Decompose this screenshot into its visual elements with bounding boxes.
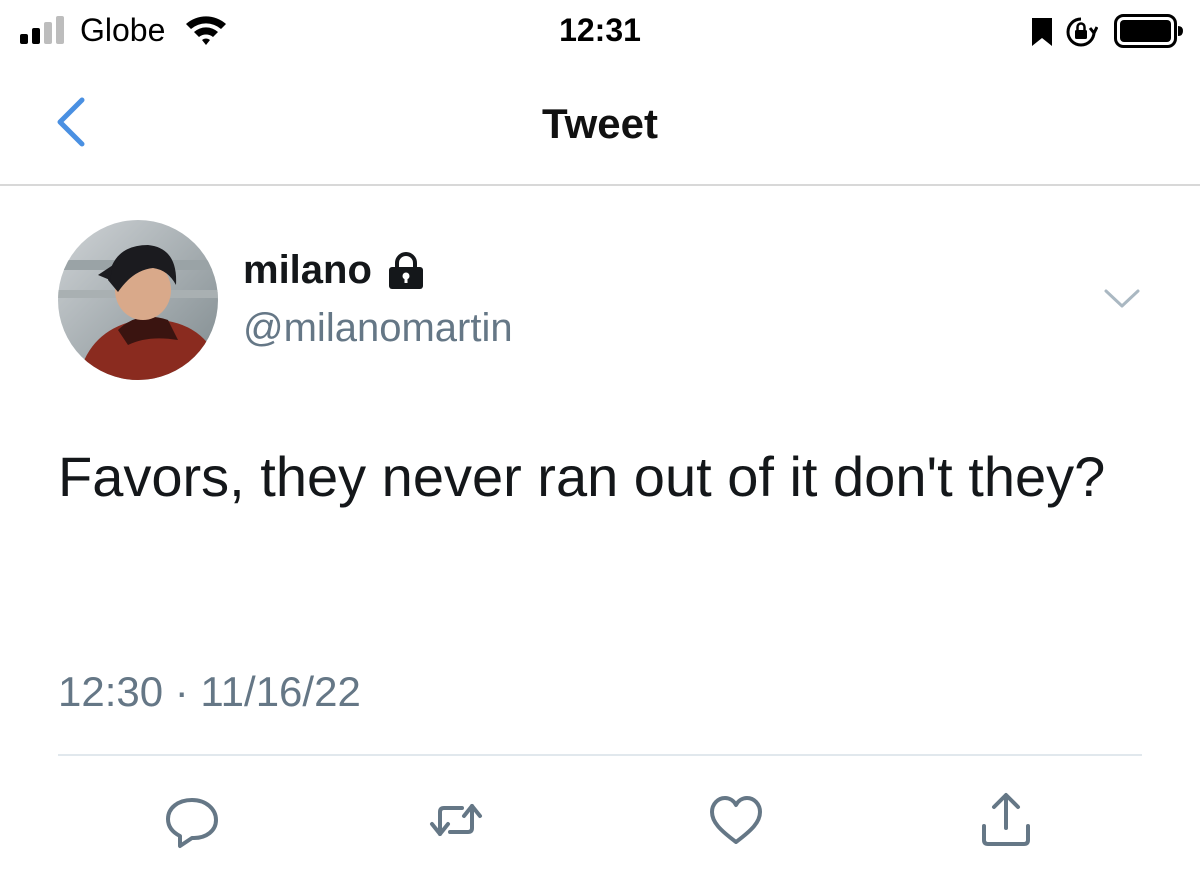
- chevron-down-icon[interactable]: [1102, 286, 1142, 312]
- bookmark-icon: [1032, 18, 1052, 46]
- tweet-timestamp: 12:30 · 11/16/22: [58, 668, 361, 715]
- avatar[interactable]: [58, 220, 218, 380]
- retweet-icon[interactable]: [426, 790, 486, 850]
- user-handle[interactable]: @milanomartin: [243, 306, 513, 351]
- author-row: milano: [243, 248, 426, 293]
- battery-icon: [1114, 14, 1183, 48]
- divider: [58, 754, 1142, 756]
- tweet-text: Favors, they never ran out of it don't t…: [58, 445, 1106, 508]
- rotation-lock-icon: [1066, 17, 1098, 47]
- nav-bar: Tweet: [0, 64, 1200, 186]
- status-bar: Globe 12:31: [0, 0, 1200, 64]
- display-name[interactable]: milano: [243, 248, 372, 293]
- lock-icon: [388, 251, 423, 289]
- heart-icon[interactable]: [706, 790, 766, 850]
- reply-icon[interactable]: [162, 790, 222, 850]
- share-icon[interactable]: [976, 790, 1036, 850]
- status-time: 12:31: [559, 12, 641, 48]
- page-title: Tweet: [542, 100, 658, 147]
